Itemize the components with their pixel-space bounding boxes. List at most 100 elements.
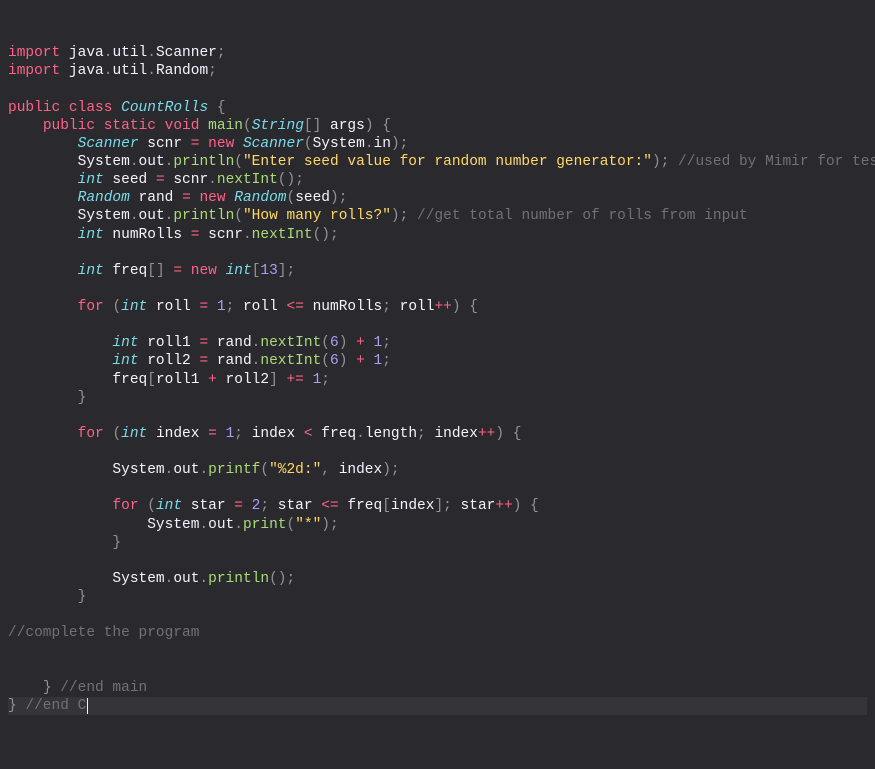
v: roll [243,299,287,315]
tok-type_string: String [252,118,304,134]
tok-sys: System [112,571,164,587]
tok-out: out [139,154,165,170]
v: index [391,498,435,514]
tok-br_c: ] [269,372,278,388]
tok-m_println: println [173,154,234,170]
tok-sys: System [313,136,365,152]
tok-cb_c: } [78,390,87,406]
tok-imp1_util: util [112,63,147,79]
tok-type_int: int [112,353,138,369]
tok-ob: { [208,100,225,116]
tok-dot: . [199,517,208,533]
tok-cb_o: { [374,118,391,134]
tok-op_eq: = [199,335,208,351]
tok-p_c: ) [391,136,400,152]
v: freq [112,372,147,388]
tok-imp1_util: util [112,45,147,61]
tok-imp2_cls: Random [156,63,208,79]
tok-p_o: ( [278,172,287,188]
tok-cb_o: { [521,498,538,514]
tok-v_freq: freq [104,263,148,279]
tok-m_nextInt: nextInt [260,353,321,369]
sc: ; [417,426,434,442]
tok-p_c: ) [321,517,330,533]
tok-n1: 1 [374,335,383,351]
v: star [278,498,322,514]
sc: ; [443,498,460,514]
tok-sc: ; [287,263,296,279]
tok-sc: ; [382,353,391,369]
tok-imp1_kw: import [8,63,60,79]
arg: seed [295,190,330,206]
sc: ; [260,498,277,514]
v: rand [208,353,252,369]
tok-kw_for: for [78,299,104,315]
len: length [365,426,417,442]
tok-cb_o: { [504,426,521,442]
tok-arr_br: [] [304,118,330,134]
tok-dot: . [234,517,243,533]
tok-cb_c: } [78,589,87,605]
tok-dot: . [356,426,365,442]
tok-v_numRolls: numRolls [104,227,191,243]
t: int [226,263,252,279]
tok-op_lt: < [304,426,313,442]
tok-out: out [173,462,199,478]
tok-n1: 1 [226,426,235,442]
tok-kw_for: for [78,426,104,442]
tok-imp1_d2: . [147,45,156,61]
tok-op_plus: + [356,335,365,351]
tok-sys: System [147,517,199,533]
v: scnr [165,172,209,188]
tok-dot: . [208,172,217,188]
tok-type_scanner: Scanner [78,136,139,152]
tok-p_o: ( [286,517,295,533]
tok-dot: . [130,208,139,224]
tok-p_c: ) [287,172,296,188]
tok-s_rolls: "How many rolls?" [243,208,391,224]
tok-m_main: main [208,118,243,134]
param-args: args [330,118,365,134]
tok-type_int: int [121,426,147,442]
v: scnr [199,227,243,243]
tok-v_scnr: scnr [139,136,191,152]
tok-sc: ; [391,462,400,478]
tok-kw_new: new [182,263,226,279]
tok-cb_c: } [43,680,52,696]
tok-op_pp: ++ [478,426,495,442]
class-name: CountRolls [121,100,208,116]
tok-p_c: ) [652,154,661,170]
tok-cb_c: } [112,535,121,551]
v: roll1 [156,372,208,388]
tok-op_pp: ++ [434,299,451,315]
tok-p_c: ) [452,299,461,315]
tok-p_o: ( [147,498,156,514]
tok-out: out [208,517,234,533]
tok-p_c: ) [495,426,504,442]
tok-imp1_pkg: java [60,45,104,61]
v: star [461,498,496,514]
tok-dot: . [243,227,252,243]
tok-p_o: ( [112,426,121,442]
tok-op_plus: + [208,372,217,388]
tok-n13: 13 [260,263,277,279]
tok-sc: ; [330,517,339,533]
tok-c_endc: //end C [17,698,87,714]
tok-p_o: ( [321,353,330,369]
tok-m_println: println [173,208,234,224]
tok-p_c: ) [339,353,348,369]
tok-m_nextInt: nextInt [217,172,278,188]
tok-kw_static: static [104,118,156,134]
tok-br_c: ] [278,263,287,279]
tok-op_eq: = [173,263,182,279]
tok-br_c: ] [434,498,443,514]
tok-m_print: print [243,517,287,533]
tok-op_eq: = [182,190,191,206]
tok-op_le: <= [321,498,338,514]
tok-type_int: int [121,299,147,315]
v: index [434,426,478,442]
tok-p_o: ( [304,136,313,152]
tok-type_random: Random [78,190,130,206]
tok-sc: ; [400,136,409,152]
tok-s_star: "*" [295,517,321,533]
